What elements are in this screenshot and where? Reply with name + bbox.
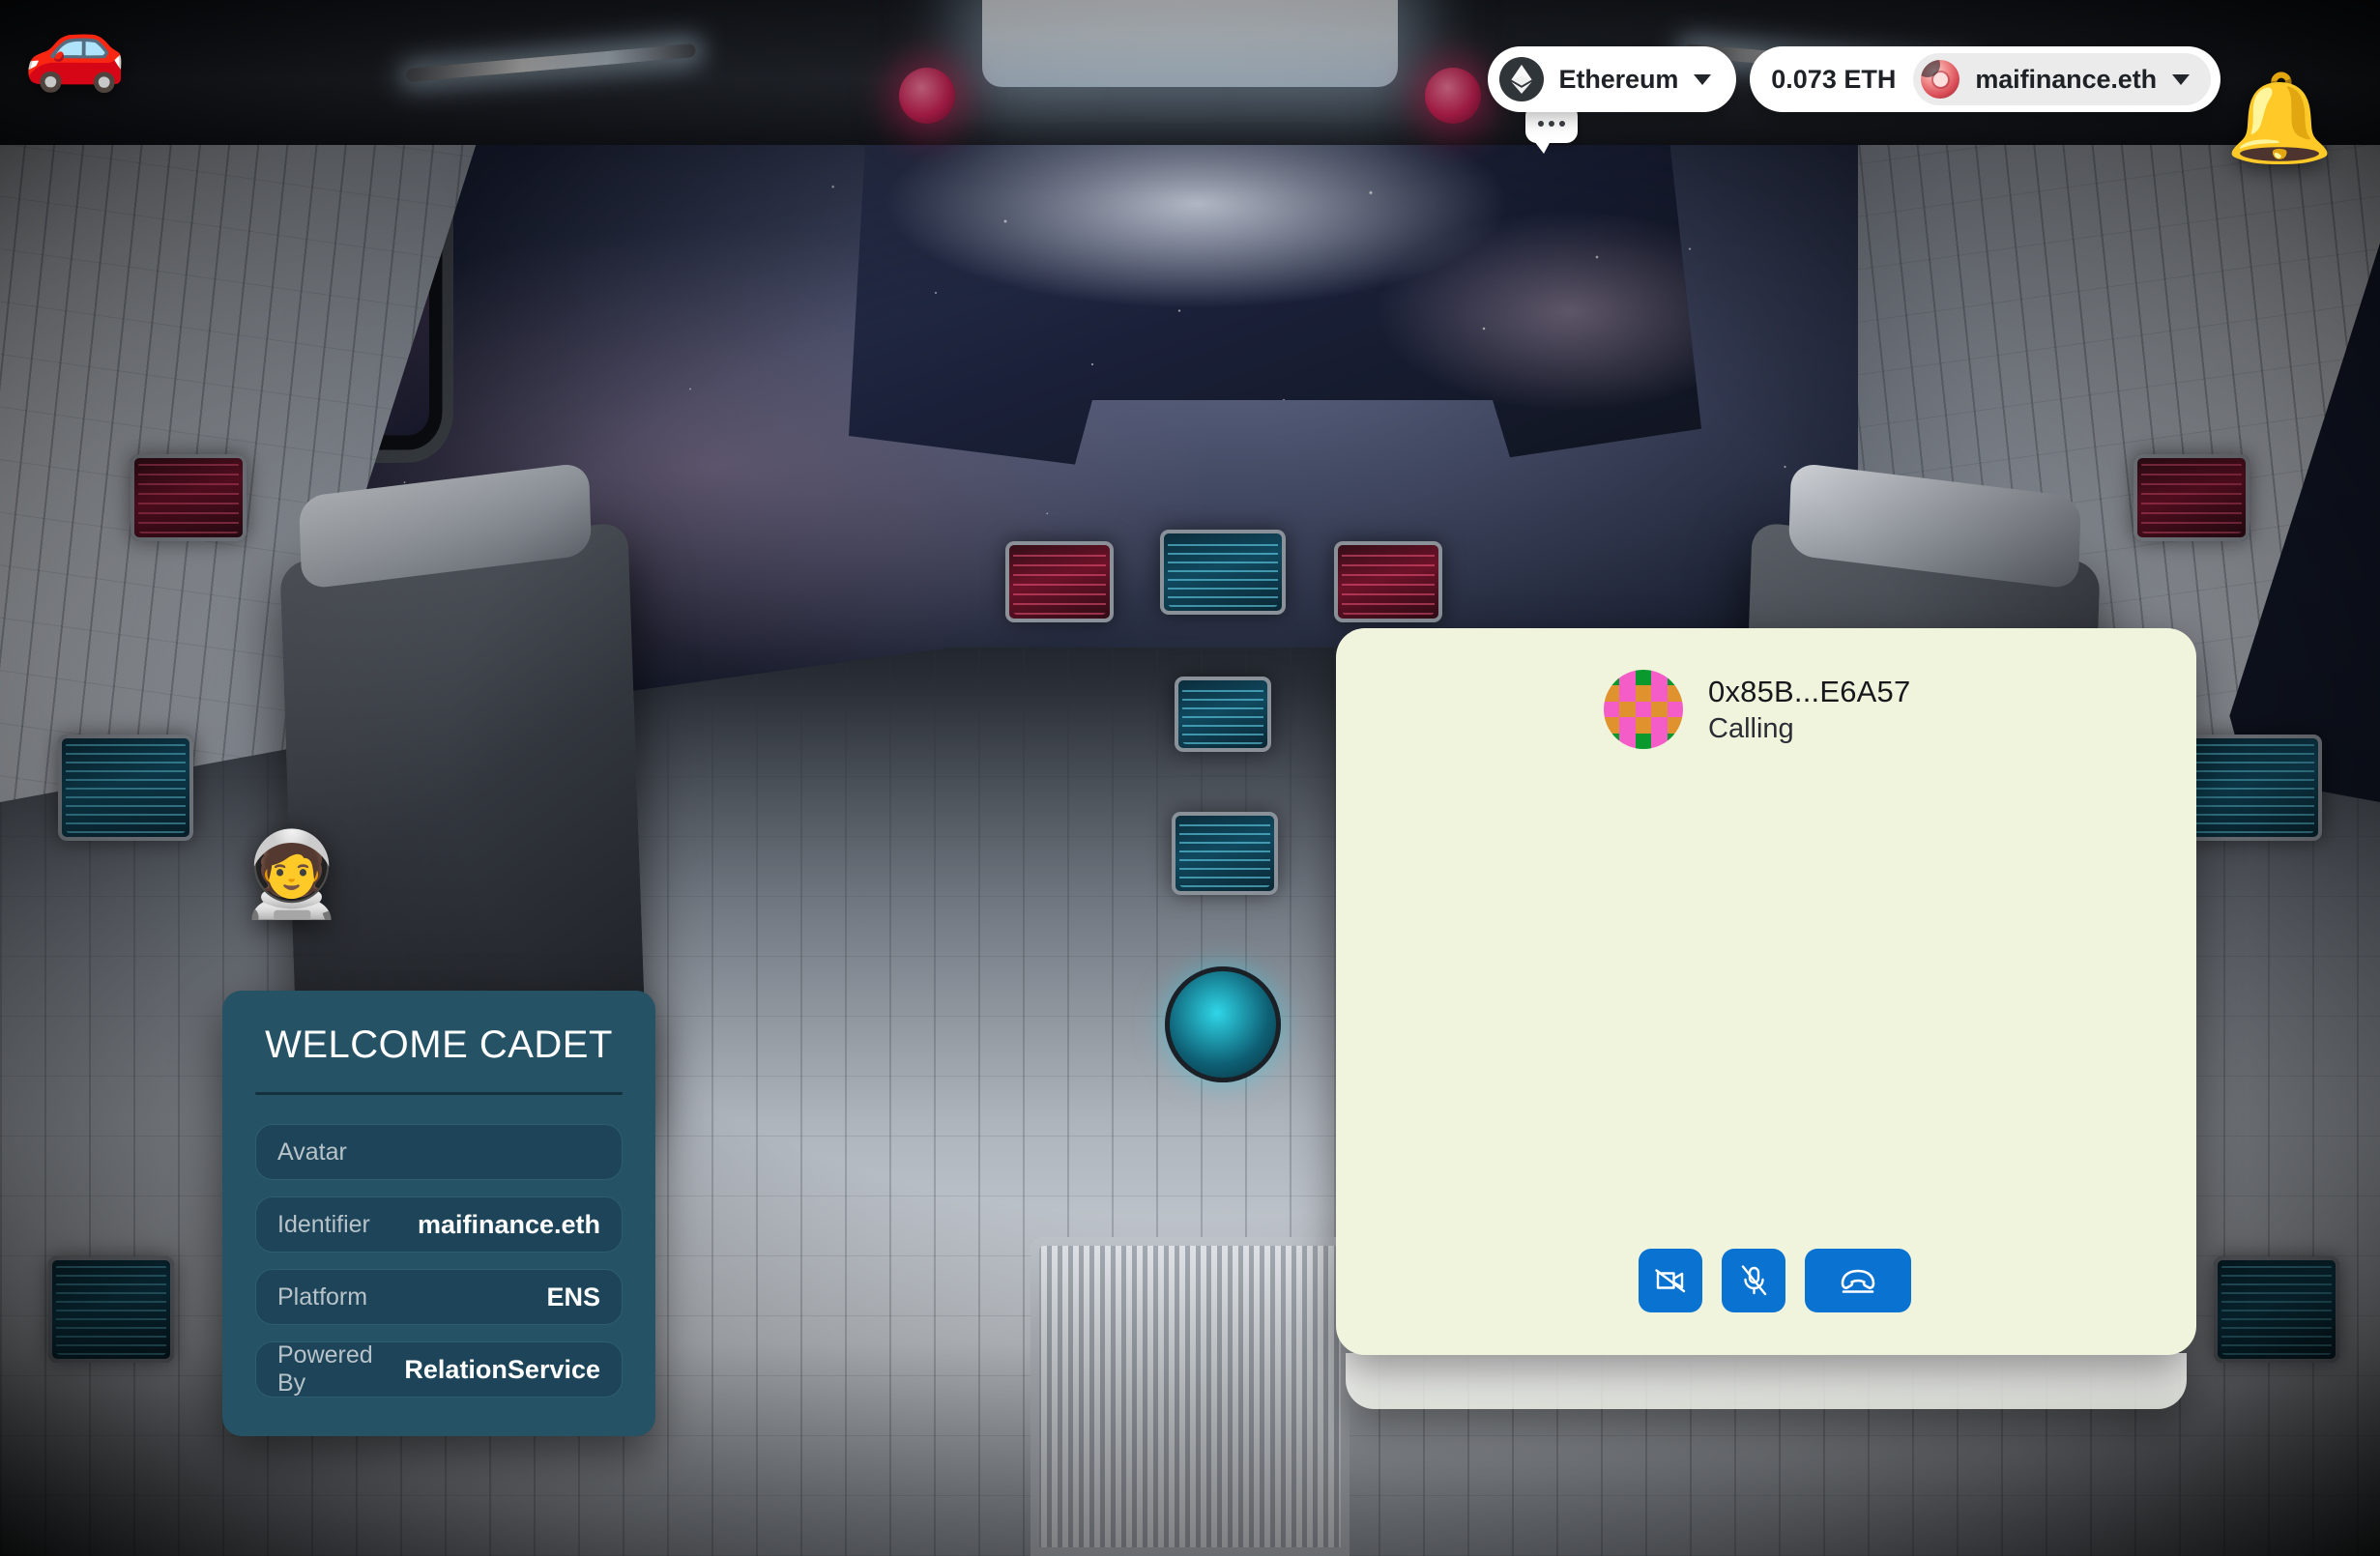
call-panel-base-shadow bbox=[1346, 1353, 2187, 1409]
network-label: Ethereum bbox=[1558, 64, 1679, 94]
chevron-down-icon-account bbox=[2172, 73, 2190, 85]
mic-off-button[interactable] bbox=[1722, 1249, 1785, 1312]
video-camera-slash-icon bbox=[1655, 1269, 1686, 1293]
console-screen-bottom-right bbox=[2214, 1256, 2339, 1363]
identicon-cell-21 bbox=[1619, 733, 1636, 749]
red-sports-car-icon: 🚗 bbox=[23, 1, 128, 94]
console-screen-right-red bbox=[1334, 541, 1442, 622]
video-off-button[interactable] bbox=[1639, 1249, 1702, 1312]
chat-dot-1 bbox=[1538, 121, 1544, 127]
account-name-chip[interactable]: maifinance.eth bbox=[1913, 53, 2211, 105]
identicon-cell-12 bbox=[1635, 701, 1652, 718]
identicon-cell-19 bbox=[1667, 717, 1683, 734]
network-selector-button[interactable]: Ethereum bbox=[1487, 46, 1737, 112]
info-key-platform: Platform bbox=[277, 1282, 368, 1311]
identicon-cell-16 bbox=[1619, 717, 1636, 734]
ceiling-red-lamp-right bbox=[1425, 68, 1481, 124]
wallet-toolbar: Ethereum 0.073 ETH maifinance.eth bbox=[1487, 46, 2220, 112]
info-value-powered-by: RelationService bbox=[404, 1354, 600, 1384]
console-screen-center-top bbox=[1160, 530, 1286, 615]
call-panel: 0x85B...E6A57 Calling bbox=[1336, 628, 2196, 1355]
identicon-cell-4 bbox=[1667, 670, 1683, 686]
app-stage: 🚗 🔔 🧑‍🚀 Ethereum 0.073 ETH maifinance. bbox=[0, 0, 2380, 1556]
console-screen-far-right bbox=[2187, 735, 2322, 841]
microphone-slash-icon bbox=[1741, 1265, 1767, 1296]
hangup-button[interactable] bbox=[1805, 1249, 1911, 1312]
floor-vent-grille bbox=[1030, 1237, 1350, 1556]
identicon-cell-22 bbox=[1635, 733, 1652, 749]
account-button[interactable]: 0.073 ETH maifinance.eth bbox=[1750, 46, 2220, 112]
caller-identicon bbox=[1604, 670, 1683, 749]
identicon-cell-0 bbox=[1604, 670, 1620, 686]
identicon-cell-7 bbox=[1635, 685, 1652, 702]
call-status: Calling bbox=[1708, 712, 1794, 744]
info-row-powered-by: Powered By RelationService bbox=[255, 1341, 623, 1398]
phone-down-icon bbox=[1841, 1269, 1875, 1293]
identicon-cell-10 bbox=[1604, 701, 1620, 718]
info-key-identifier: Identifier bbox=[277, 1210, 370, 1238]
identicon-cell-18 bbox=[1651, 717, 1668, 734]
caller-address: 0x85B...E6A57 bbox=[1708, 674, 1911, 708]
wallet-balance: 0.073 ETH bbox=[1771, 64, 1897, 94]
identicon-cell-9 bbox=[1667, 685, 1683, 702]
ceiling-red-lamp-left bbox=[899, 68, 955, 124]
bell-icon[interactable]: 🔔 bbox=[2225, 75, 2334, 162]
identicon-cell-23 bbox=[1651, 733, 1668, 749]
call-controls-bar bbox=[1336, 1249, 2196, 1312]
chat-dot-3 bbox=[1559, 121, 1565, 127]
caller-header: 0x85B...E6A57 Calling bbox=[1336, 628, 2196, 749]
caller-info: 0x85B...E6A57 Calling bbox=[1708, 675, 1910, 745]
console-screen-left-upper bbox=[131, 454, 247, 541]
console-screen-left-red bbox=[1005, 541, 1114, 622]
console-screen-center-mid bbox=[1175, 677, 1271, 752]
chevron-down-icon-network bbox=[1694, 73, 1712, 85]
astronaut-icon[interactable]: 🧑‍🚀 bbox=[240, 833, 343, 916]
account-name-label: maifinance.eth bbox=[1975, 64, 2157, 94]
console-screen-far-left bbox=[58, 735, 193, 841]
info-row-platform: Platform ENS bbox=[255, 1269, 623, 1325]
avatar bbox=[1921, 60, 1960, 99]
ethereum-logo-icon bbox=[1498, 57, 1544, 101]
identicon-cell-17 bbox=[1635, 717, 1652, 734]
identicon-cell-15 bbox=[1604, 717, 1620, 734]
radar-display bbox=[1165, 966, 1281, 1082]
info-row-avatar: Avatar bbox=[255, 1124, 623, 1180]
identicon-cell-24 bbox=[1667, 733, 1683, 749]
info-key-avatar: Avatar bbox=[277, 1138, 347, 1166]
identicon-cell-1 bbox=[1619, 670, 1636, 686]
ceiling-strip-light-left bbox=[405, 43, 697, 83]
page-title: WELCOME CADET bbox=[265, 1023, 613, 1066]
console-screen-bottom-left bbox=[48, 1256, 174, 1363]
identicon-cell-14 bbox=[1667, 701, 1683, 718]
info-key-powered-by: Powered By bbox=[277, 1341, 373, 1397]
identicon-cell-8 bbox=[1651, 685, 1668, 702]
info-value-identifier: maifinance.eth bbox=[417, 1209, 600, 1239]
card-divider bbox=[255, 1092, 623, 1095]
info-value-platform: ENS bbox=[546, 1282, 600, 1311]
console-screen-center-low bbox=[1172, 812, 1278, 895]
welcome-cadet-card: WELCOME CADET Avatar Identifier maifinan… bbox=[222, 991, 655, 1436]
console-screen-right-upper bbox=[2133, 454, 2249, 541]
info-row-identifier: Identifier maifinance.eth bbox=[255, 1196, 623, 1253]
identicon-cell-13 bbox=[1651, 701, 1668, 718]
identicon-cell-5 bbox=[1604, 685, 1620, 702]
ceiling-skylight bbox=[982, 0, 1398, 87]
identicon-cell-20 bbox=[1604, 733, 1620, 749]
identicon-cell-2 bbox=[1635, 670, 1652, 686]
identicon-cell-3 bbox=[1651, 670, 1668, 686]
identicon-cell-6 bbox=[1619, 685, 1636, 702]
identicon-cell-11 bbox=[1619, 701, 1636, 718]
chat-dot-2 bbox=[1549, 121, 1554, 127]
